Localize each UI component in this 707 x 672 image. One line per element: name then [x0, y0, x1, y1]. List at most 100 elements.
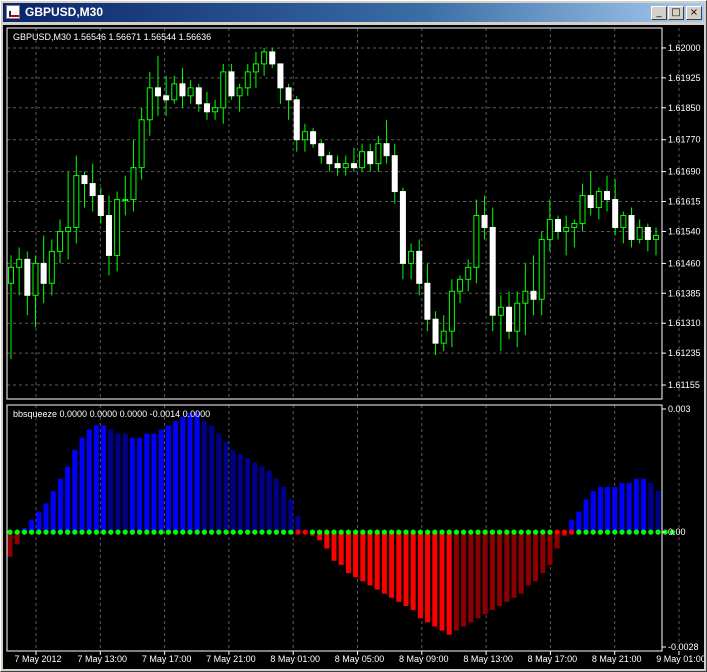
candle-body — [277, 63, 284, 89]
histogram-bar — [482, 532, 488, 615]
x-tick-label: 8 May 21:00 — [592, 654, 642, 664]
candle-body — [538, 238, 545, 300]
histogram-bar — [151, 433, 157, 533]
squeeze-dot — [482, 529, 488, 535]
squeeze-dot — [86, 529, 92, 535]
candle-body — [163, 95, 170, 101]
histogram-bar — [511, 532, 517, 598]
squeeze-dot — [266, 529, 272, 535]
candle-body — [195, 87, 202, 105]
histogram-bar — [101, 425, 107, 533]
histogram-bar — [576, 511, 582, 533]
histogram-bar — [259, 466, 265, 533]
histogram-bar — [547, 532, 553, 565]
histogram-bar — [461, 532, 467, 627]
histogram-bar — [353, 532, 359, 578]
histogram-bar — [50, 491, 56, 533]
squeeze-dot — [540, 529, 546, 535]
candle-body — [555, 218, 562, 232]
candle-body — [440, 330, 447, 344]
y-tick-label: 1.61850 — [668, 103, 701, 113]
histogram-bar — [201, 421, 207, 533]
histogram-bar — [641, 478, 647, 533]
candle-body — [154, 87, 161, 97]
candle-body — [653, 234, 659, 240]
histogram-bar — [374, 532, 380, 590]
squeeze-dot — [288, 529, 294, 535]
histogram-bar — [345, 532, 351, 574]
squeeze-dot — [425, 529, 431, 535]
candle-body — [644, 226, 651, 240]
candle-body — [595, 191, 602, 209]
squeeze-dot — [576, 529, 582, 535]
squeeze-dot — [165, 529, 171, 535]
squeeze-dot — [173, 529, 179, 535]
y-tick-label: 1.62000 — [668, 43, 701, 53]
squeeze-dot — [345, 529, 351, 535]
candle-body — [179, 83, 186, 97]
histogram-bar — [612, 486, 618, 533]
candle-body — [408, 250, 415, 264]
candle-body — [489, 226, 496, 316]
squeeze-dot — [151, 529, 157, 535]
candle-body — [326, 155, 333, 165]
histogram-bar — [533, 532, 539, 582]
squeeze-dot — [367, 529, 373, 535]
squeeze-dot — [619, 529, 625, 535]
chart-app-icon[interactable] — [6, 5, 20, 19]
candle-body — [367, 151, 374, 165]
histogram-bar — [137, 437, 143, 533]
candle-body — [65, 226, 72, 232]
candle-body — [56, 230, 63, 252]
histogram-bar — [180, 417, 186, 533]
squeeze-dot — [36, 529, 42, 535]
squeeze-dot — [633, 529, 640, 535]
chart-canvas[interactable]: 1.62000 1.61925 1.61850 1.61770 1.61690 1.616… — [3, 25, 704, 669]
minimize-button[interactable]: _ — [651, 6, 667, 20]
squeeze-dot — [158, 529, 164, 535]
squeeze-dot — [194, 529, 200, 535]
histogram-bar — [36, 511, 42, 533]
squeeze-dot — [374, 529, 380, 535]
histogram-bar — [57, 478, 63, 533]
y-tick-label: 1.61925 — [668, 73, 701, 83]
histogram-bar — [446, 532, 452, 635]
squeeze-dot — [410, 529, 416, 535]
histogram-bar — [475, 532, 481, 619]
histogram-bar — [626, 482, 632, 533]
squeeze-dot — [605, 529, 611, 535]
histogram-bar — [504, 532, 510, 602]
squeeze-dot — [641, 529, 647, 535]
candle-body — [146, 87, 153, 121]
candle-body — [261, 51, 268, 65]
squeeze-dot — [72, 529, 78, 535]
candle-body — [612, 199, 619, 228]
candle-body — [236, 87, 243, 97]
squeeze-dot — [569, 529, 575, 535]
squeeze-dot — [525, 529, 532, 535]
candle-body — [310, 131, 317, 145]
squeeze-dot — [518, 529, 524, 535]
histogram-bar — [655, 491, 661, 533]
histogram-bar — [223, 441, 229, 533]
candle-body — [187, 87, 194, 97]
histogram-bar — [86, 429, 92, 533]
x-tick-label: 8 May 01:00 — [270, 654, 320, 664]
histogram-bar — [432, 532, 438, 627]
histogram-bar — [468, 532, 474, 623]
histogram-bar — [590, 491, 596, 533]
title-bar[interactable]: GBPUSD,M30 _ □ × — [3, 3, 704, 22]
y-tick-label: 1.61460 — [668, 258, 701, 268]
squeeze-dot — [597, 529, 604, 535]
indicator-y-tick-label: 0.00 — [668, 527, 686, 537]
candle-body — [40, 262, 47, 284]
histogram-bar — [216, 433, 222, 533]
squeeze-dot — [403, 529, 409, 535]
histogram-bar — [129, 437, 135, 533]
candle-body — [424, 282, 431, 320]
close-button[interactable]: × — [686, 6, 702, 20]
histogram-bar — [187, 413, 193, 533]
candle-body — [138, 119, 145, 169]
squeeze-dot — [648, 529, 654, 535]
maximize-button[interactable]: □ — [668, 6, 684, 20]
